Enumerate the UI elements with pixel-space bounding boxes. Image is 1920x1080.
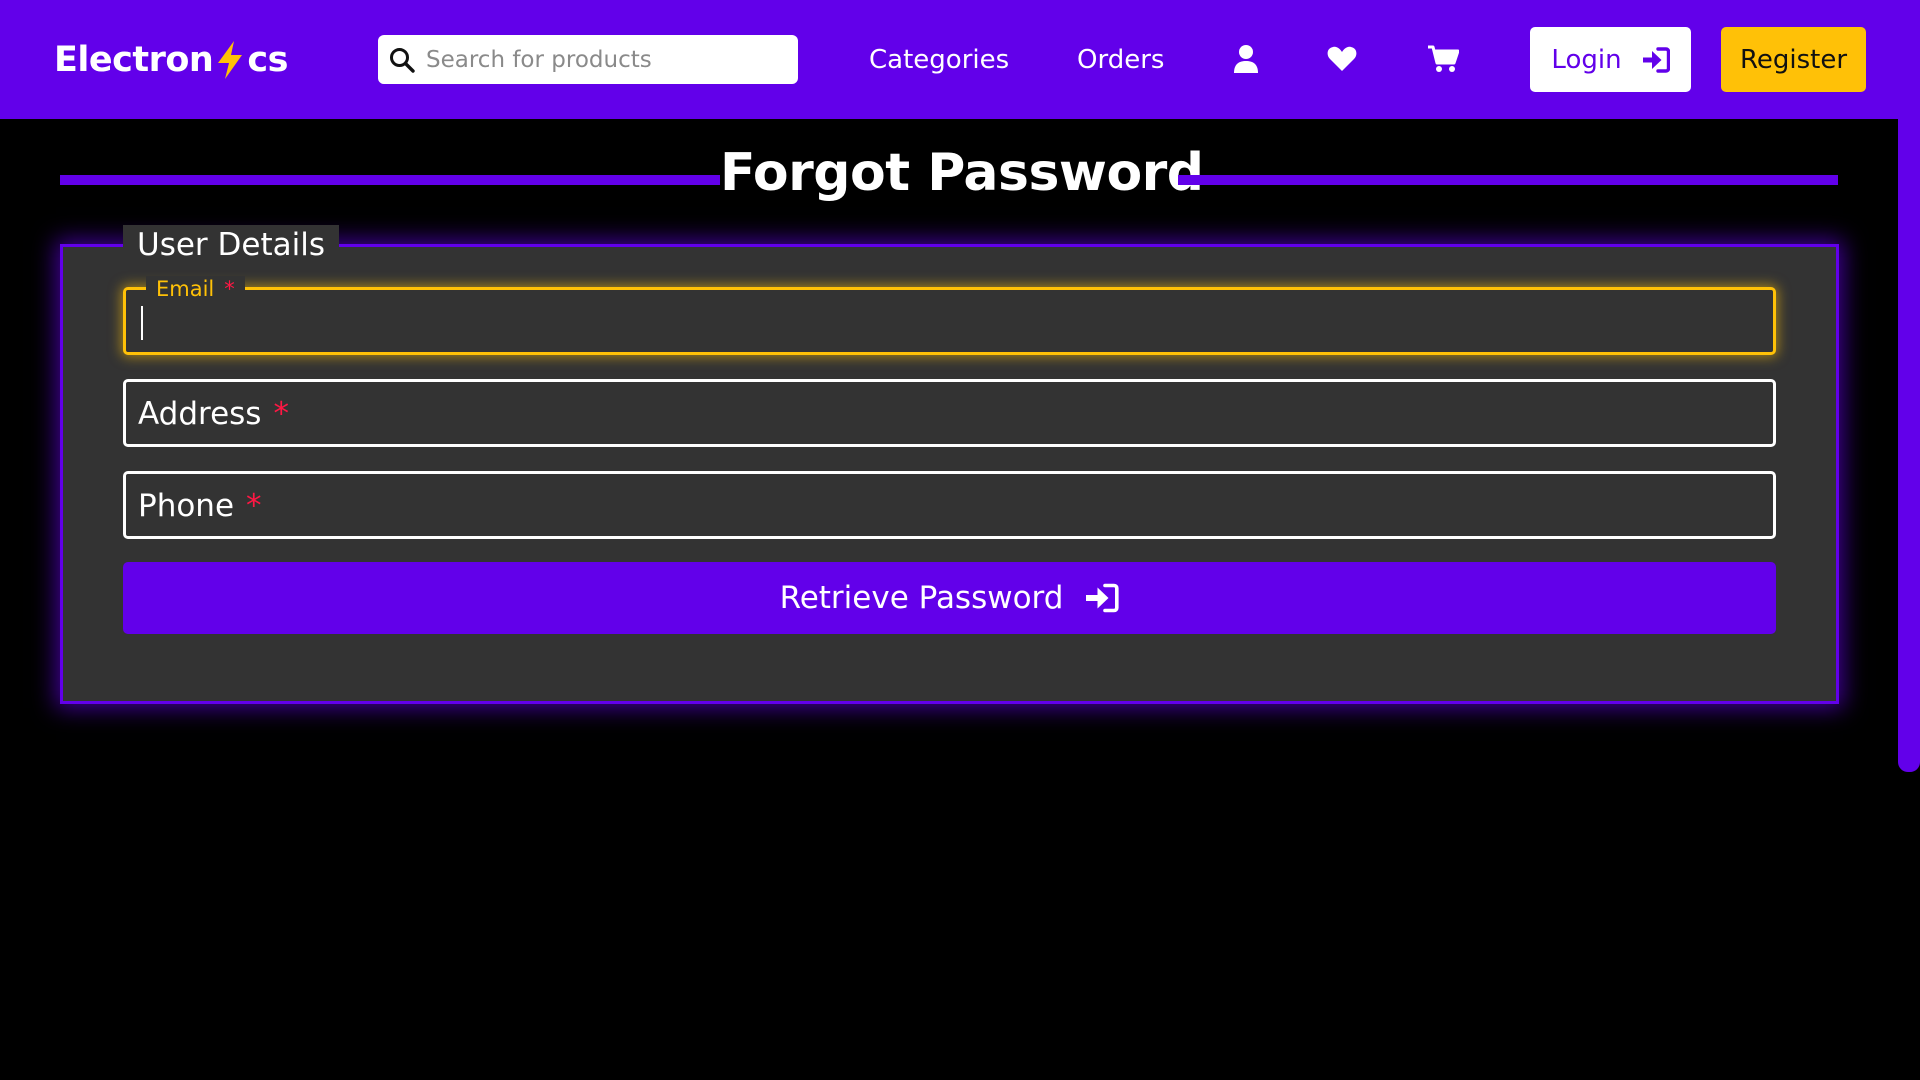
nav-categories-link[interactable]: Categories bbox=[869, 40, 1009, 80]
cart-icon[interactable] bbox=[1426, 42, 1460, 76]
sign-in-icon bbox=[1085, 583, 1120, 613]
title-divider-right bbox=[1178, 175, 1838, 185]
login-button[interactable]: Login bbox=[1530, 27, 1691, 92]
fieldset-legend: User Details bbox=[123, 225, 339, 265]
phone-field-label: Phone * bbox=[138, 488, 262, 524]
address-field[interactable]: Address * bbox=[123, 379, 1776, 447]
brand-logo[interactable]: Electron cs bbox=[54, 36, 288, 84]
required-marker: * bbox=[273, 396, 289, 432]
nav-orders-link[interactable]: Orders bbox=[1077, 40, 1164, 80]
retrieve-password-label: Retrieve Password bbox=[779, 580, 1064, 616]
search-bar bbox=[378, 35, 798, 84]
address-label-text: Address bbox=[138, 396, 262, 432]
email-label-text: Email bbox=[156, 277, 215, 301]
address-field-label: Address * bbox=[138, 396, 289, 432]
top-navbar: Electron cs Categories Orders bbox=[0, 0, 1920, 119]
retrieve-password-button[interactable]: Retrieve Password bbox=[123, 562, 1776, 634]
lightning-bolt-icon bbox=[214, 40, 246, 80]
phone-field[interactable]: Phone * bbox=[123, 471, 1776, 539]
title-divider-left bbox=[60, 175, 720, 185]
login-button-label: Login bbox=[1551, 44, 1622, 75]
register-button[interactable]: Register bbox=[1721, 27, 1866, 92]
text-caret bbox=[141, 306, 143, 340]
sign-in-icon bbox=[1642, 46, 1670, 73]
brand-logo-text-end: cs bbox=[247, 40, 288, 80]
scrollbar-thumb[interactable] bbox=[1898, 0, 1920, 772]
search-icon[interactable] bbox=[388, 46, 416, 74]
user-icon[interactable] bbox=[1229, 42, 1263, 76]
required-marker: * bbox=[246, 488, 262, 524]
email-field[interactable]: Email * bbox=[123, 276, 1776, 355]
page-title: Forgot Password bbox=[720, 143, 1204, 203]
phone-label-text: Phone bbox=[138, 488, 235, 524]
brand-logo-text-start: Electron bbox=[54, 40, 214, 80]
heart-icon[interactable] bbox=[1325, 42, 1359, 76]
required-marker: * bbox=[224, 277, 235, 301]
email-field-label: Email * bbox=[146, 276, 245, 302]
search-input[interactable] bbox=[424, 39, 784, 80]
user-details-fieldset: User Details Email * Address * Phone * Retr… bbox=[60, 225, 1839, 704]
